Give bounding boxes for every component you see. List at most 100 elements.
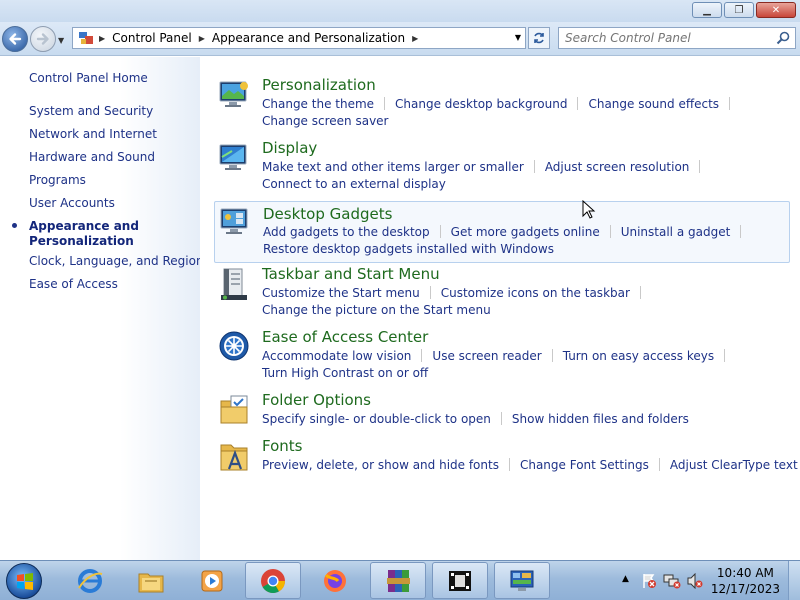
make-text-larger-link[interactable]: Make text and other items larger or smal… <box>262 160 524 174</box>
category-desktop-gadgets[interactable]: Desktop Gadgets Add gadgets to the deskt… <box>214 201 790 263</box>
taskbar-control-panel[interactable] <box>494 562 550 599</box>
address-bar[interactable]: ▶ Control Panel ▶ Appearance and Persona… <box>72 27 526 49</box>
adjust-cleartype-link[interactable]: Adjust ClearType text <box>670 458 798 472</box>
taskbar-firefox[interactable] <box>307 562 363 599</box>
show-hidden-files-link[interactable]: Show hidden files and folders <box>512 412 689 426</box>
search-box[interactable] <box>558 27 796 49</box>
sidebar-item-appearance-line2[interactable]: Personalization <box>29 234 134 248</box>
sidebar-item-appearance-line1[interactable]: Appearance and <box>29 219 139 233</box>
control-panel-icon <box>76 29 96 47</box>
sidebar-item-user-accounts[interactable]: User Accounts <box>29 196 115 210</box>
refresh-button[interactable] <box>528 27 550 49</box>
back-button[interactable] <box>2 26 28 52</box>
back-arrow-icon <box>9 33 22 45</box>
single-double-click-link[interactable]: Specify single- or double-click to open <box>262 412 491 426</box>
desktop-gadgets-title[interactable]: Desktop Gadgets <box>263 205 392 223</box>
address-dropdown-icon[interactable]: ▼ <box>515 33 521 42</box>
display-icon <box>219 144 247 170</box>
video-app-icon <box>449 570 471 591</box>
taskbar-clock[interactable]: 10:40 AM 12/17/2023 <box>711 565 780 597</box>
windows-logo-icon <box>17 573 33 590</box>
change-font-settings-link[interactable]: Change Font Settings <box>520 458 649 472</box>
close-button[interactable]: ✕ <box>756 2 796 18</box>
taskbar-media-player[interactable] <box>184 562 240 599</box>
action-center-icon[interactable] <box>641 573 657 589</box>
display-title[interactable]: Display <box>262 139 317 157</box>
taskbar-links-row2: Change the picture on the Start menu <box>262 303 491 317</box>
get-more-gadgets-link[interactable]: Get more gadgets online <box>451 225 600 239</box>
sidebar-item-hardware-sound[interactable]: Hardware and Sound <box>29 150 155 164</box>
volume-muted-icon[interactable] <box>686 573 704 589</box>
gadgets-links-row2: Restore desktop gadgets installed with W… <box>263 242 554 256</box>
maximize-button[interactable]: ❐ <box>724 2 754 18</box>
sidebar-item-ease-of-access[interactable]: Ease of Access <box>29 277 118 291</box>
refresh-icon <box>534 32 544 44</box>
display-links-row2: Connect to an external display <box>262 177 446 191</box>
search-input[interactable] <box>559 31 769 45</box>
sidebar-item-system-security[interactable]: System and Security <box>29 104 153 118</box>
category-personalization: Personalization Change the theme Change … <box>214 76 790 132</box>
search-icon[interactable] <box>776 31 790 45</box>
high-contrast-link[interactable]: Turn High Contrast on or off <box>262 366 428 380</box>
breadcrumb-separator[interactable]: ▶ <box>96 34 108 43</box>
taskbar-internet-explorer[interactable] <box>62 562 118 599</box>
preview-fonts-link[interactable]: Preview, delete, or show and hide fonts <box>262 458 499 472</box>
breadcrumb-control-panel[interactable]: Control Panel <box>108 31 196 45</box>
network-icon[interactable] <box>663 573 681 589</box>
taskbar-links-row1: Customize the Start menu Customize icons… <box>262 286 651 300</box>
personalization-title[interactable]: Personalization <box>262 76 376 94</box>
change-screen-saver-link[interactable]: Change screen saver <box>262 114 389 128</box>
taskbar-video-app[interactable] <box>432 562 488 599</box>
sidebar-item-network[interactable]: Network and Internet <box>29 127 157 141</box>
uninstall-gadget-link[interactable]: Uninstall a gadget <box>621 225 731 239</box>
recent-pages-dropdown[interactable]: ▼ <box>58 36 64 45</box>
windows-explorer-icon <box>138 573 164 592</box>
adjust-screen-resolution-link[interactable]: Adjust screen resolution <box>545 160 690 174</box>
start-button[interactable] <box>6 563 42 599</box>
fonts-icon <box>220 444 248 471</box>
show-hidden-icons-icon[interactable]: ▲ <box>622 574 629 584</box>
customize-start-menu-link[interactable]: Customize the Start menu <box>262 286 420 300</box>
category-folder-options: Folder Options Specify single- or double… <box>214 391 790 431</box>
chrome-icon <box>261 568 285 593</box>
control-panel-home-link[interactable]: Control Panel Home <box>29 71 148 85</box>
connect-external-display-link[interactable]: Connect to an external display <box>262 177 446 191</box>
accommodate-low-vision-link[interactable]: Accommodate low vision <box>262 349 411 363</box>
left-navigation-pane: Control Panel Home System and Security N… <box>0 57 204 560</box>
display-links-row1: Make text and other items larger or smal… <box>262 160 710 174</box>
change-desktop-background-link[interactable]: Change desktop background <box>395 97 567 111</box>
sidebar-item-programs[interactable]: Programs <box>29 173 86 187</box>
category-fonts: Fonts Preview, delete, or show and hide … <box>214 437 798 477</box>
internet-explorer-icon <box>78 568 103 593</box>
restore-gadgets-link[interactable]: Restore desktop gadgets installed with W… <box>263 242 554 256</box>
gadgets-icon <box>220 208 248 234</box>
breadcrumb-separator[interactable]: ▶ <box>196 34 208 43</box>
minimize-button[interactable]: ▁ <box>692 2 722 18</box>
change-sound-effects-link[interactable]: Change sound effects <box>588 97 719 111</box>
customize-taskbar-icons-link[interactable]: Customize icons on the taskbar <box>441 286 630 300</box>
change-start-menu-picture-link[interactable]: Change the picture on the Start menu <box>262 303 491 317</box>
taskbar-chrome[interactable] <box>245 562 301 599</box>
media-player-icon <box>201 570 223 591</box>
add-gadgets-link[interactable]: Add gadgets to the desktop <box>263 225 430 239</box>
breadcrumb-appearance[interactable]: Appearance and Personalization <box>208 31 409 45</box>
show-desktop-button[interactable] <box>788 561 800 600</box>
fonts-title[interactable]: Fonts <box>262 437 302 455</box>
easy-access-keys-link[interactable]: Turn on easy access keys <box>563 349 714 363</box>
ease-links-row1: Accommodate low vision Use screen reader… <box>262 349 735 363</box>
ease-of-access-title[interactable]: Ease of Access Center <box>262 328 428 346</box>
folder-options-title[interactable]: Folder Options <box>262 391 371 409</box>
taskbar-start-menu-title[interactable]: Taskbar and Start Menu <box>262 265 440 283</box>
clock-time: 10:40 AM <box>716 566 774 580</box>
category-ease-of-access: Ease of Access Center Accommodate low vi… <box>214 328 790 384</box>
taskbar-windows-explorer[interactable] <box>123 562 179 599</box>
personalization-links-row2: Change screen saver <box>262 114 389 128</box>
clock-date: 12/17/2023 <box>710 582 780 596</box>
use-screen-reader-link[interactable]: Use screen reader <box>432 349 541 363</box>
forward-button[interactable] <box>30 26 56 52</box>
breadcrumb-separator[interactable]: ▶ <box>409 34 421 43</box>
change-theme-link[interactable]: Change the theme <box>262 97 374 111</box>
ease-links-row2: Turn High Contrast on or off <box>262 366 428 380</box>
taskbar-winrar[interactable] <box>370 562 426 599</box>
sidebar-item-clock-language[interactable]: Clock, Language, and Region <box>29 254 204 268</box>
